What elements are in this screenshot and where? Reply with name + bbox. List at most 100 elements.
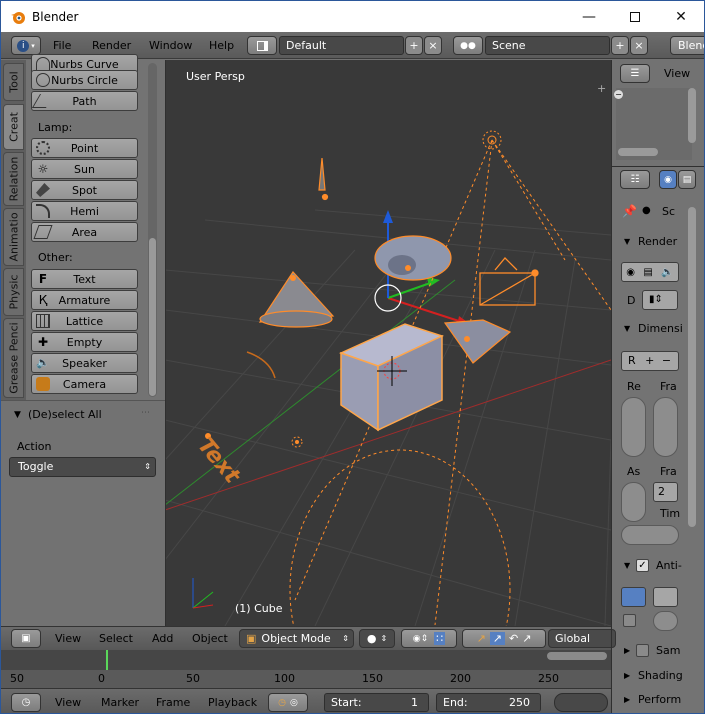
render-presets-dropdown[interactable]: R + −	[621, 351, 679, 371]
menu-render[interactable]: Render	[92, 39, 131, 52]
add-nurbs-circle-button[interactable]: Nurbs Circle	[31, 70, 138, 90]
add-text-button[interactable]: F Text	[31, 269, 138, 289]
toolshelf-scrollbar[interactable]	[149, 238, 156, 396]
add-speaker-button[interactable]: 🔈 Speaker	[31, 353, 138, 373]
tab-relations[interactable]: Relation	[3, 152, 24, 206]
tab-render-layers[interactable]: ▤	[678, 170, 696, 189]
panel-grip-icon[interactable]: ⋯	[141, 408, 150, 418]
filter-size-field[interactable]	[653, 611, 678, 631]
minimize-button[interactable]: —	[566, 1, 612, 32]
add-point-lamp-button[interactable]: Point	[31, 138, 138, 158]
properties-editor-type-button[interactable]: ☷	[620, 170, 650, 189]
button-label: Hemi	[70, 204, 99, 218]
menu-window[interactable]: Window	[149, 39, 192, 52]
tab-tool[interactable]: Tool	[3, 63, 24, 101]
outliner-hscrollbar[interactable]	[618, 148, 658, 156]
end-frame-field[interactable]: End: 250	[436, 693, 541, 712]
frame-rate-dropdown[interactable]: 2	[653, 482, 678, 502]
render-panel-header[interactable]: ▼ Render	[616, 232, 696, 254]
sampled-motion-blur-panel-header[interactable]: ▶ Sam	[616, 641, 696, 663]
close-button[interactable]: ✕	[658, 1, 704, 32]
menu-add[interactable]: Add	[152, 632, 173, 645]
collapse-triangle-icon[interactable]: ▼	[14, 410, 21, 420]
action-dropdown[interactable]: Toggle ⇕	[9, 457, 156, 477]
add-area-lamp-button[interactable]: Area	[31, 222, 138, 242]
tab-physics[interactable]: Physic	[3, 268, 24, 316]
performance-panel-header[interactable]: ▶ Perform	[616, 690, 696, 712]
time-remap-fields[interactable]	[621, 525, 679, 545]
display-dropdown[interactable]: ▮⇕	[642, 290, 678, 310]
aa-filter-dropdown[interactable]	[653, 587, 678, 607]
tab-create[interactable]: Creat	[3, 104, 24, 150]
updown-arrows-icon: ⇕	[342, 634, 349, 643]
viewport-corner-plus-icon[interactable]: +	[597, 82, 606, 95]
menu-object[interactable]: Object	[192, 632, 228, 645]
remove-preset-icon[interactable]: −	[662, 354, 671, 367]
menu-file[interactable]: File	[53, 39, 71, 52]
menu-frame[interactable]: Frame	[156, 696, 190, 709]
current-frame-indicator[interactable]	[106, 650, 108, 670]
transform-orientation-dropdown[interactable]: Global	[548, 629, 616, 648]
timeline-editor-type-button[interactable]: ◷	[11, 693, 41, 712]
add-path-button[interactable]: Path	[31, 91, 138, 111]
menu-marker[interactable]: Marker	[101, 696, 139, 709]
render-audio-icon[interactable]: 🔈	[661, 267, 673, 278]
tab-render-properties[interactable]: ◉	[659, 170, 677, 189]
scene-selector-button[interactable]: ●●	[453, 36, 483, 55]
resolution-fields[interactable]	[621, 397, 646, 457]
delete-layout-button[interactable]: ×	[424, 36, 442, 55]
frame-range-fields[interactable]	[653, 397, 678, 457]
screen-layout-button[interactable]	[247, 36, 277, 55]
add-spot-lamp-button[interactable]: Spot	[31, 180, 138, 200]
properties-scrollbar[interactable]	[688, 207, 696, 527]
transform-manipulator-buttons[interactable]: ↗ ↗ ↶ ↗	[462, 629, 546, 648]
tab-animation[interactable]: Animatio	[3, 208, 24, 266]
outliner-collapse-icon[interactable]: −	[614, 90, 623, 99]
add-camera-button[interactable]: Camera	[31, 374, 138, 394]
mode-dropdown[interactable]: ▣ Object Mode ⇕	[239, 629, 354, 648]
screen-layout-field[interactable]: Default	[279, 36, 404, 55]
add-preset-icon[interactable]: +	[645, 354, 654, 367]
render-animation-icon[interactable]: ▤	[643, 267, 652, 278]
dimensions-panel-header[interactable]: ▼ Dimensi	[616, 319, 696, 341]
scene-field[interactable]: Scene	[485, 36, 610, 55]
outliner-scrollbar[interactable]	[688, 88, 696, 143]
add-layout-button[interactable]: +	[405, 36, 423, 55]
timeline-scrollbar[interactable]	[547, 652, 607, 660]
motion-blur-checkbox[interactable]	[636, 644, 649, 657]
3d-viewport[interactable]: User Persp (1) Cube Text +	[165, 60, 611, 626]
pivot-and-snap-buttons[interactable]: ◉⇕ ∷	[401, 629, 457, 648]
start-frame-field[interactable]: Start: 1	[324, 693, 429, 712]
antialiasing-panel-header[interactable]: ▼ ✓ Anti-	[616, 556, 696, 578]
editor-type-info-button[interactable]: i ▾	[11, 36, 41, 55]
add-scene-button[interactable]: +	[611, 36, 629, 55]
tab-grease-pencil[interactable]: Grease Penci	[3, 318, 24, 398]
add-hemi-lamp-button[interactable]: Hemi	[31, 201, 138, 221]
render-engine-button[interactable]: Blend	[670, 36, 704, 55]
menu-help[interactable]: Help	[209, 39, 234, 52]
menu-view[interactable]: View	[55, 696, 81, 709]
timeline[interactable]: 50 0 50 100 150 200 250	[1, 650, 611, 688]
viewport-shading-dropdown[interactable]: ● ⇕	[359, 629, 395, 648]
current-frame-field[interactable]	[554, 693, 608, 712]
maximize-button[interactable]	[612, 1, 658, 32]
outliner-view-menu[interactable]: View	[664, 67, 690, 80]
add-lattice-button[interactable]: Lattice	[31, 311, 138, 331]
aa-samples-buttons[interactable]	[621, 587, 646, 607]
add-armature-button[interactable]: Қ Armature	[31, 290, 138, 310]
menu-view[interactable]: View	[55, 632, 81, 645]
full-sample-checkbox[interactable]	[623, 614, 636, 627]
outliner-editor-type-button[interactable]: ☰	[620, 64, 650, 83]
pin-icon[interactable]: 📌	[622, 204, 637, 218]
3d-view-editor-type-button[interactable]: ▣	[11, 629, 41, 648]
menu-playback[interactable]: Playback	[208, 696, 257, 709]
delete-scene-button[interactable]: ×	[630, 36, 648, 55]
menu-select[interactable]: Select	[99, 632, 133, 645]
add-sun-lamp-button[interactable]: ☼ Sun	[31, 159, 138, 179]
shading-panel-header[interactable]: ▶ Shading	[616, 666, 696, 688]
antialiasing-checkbox[interactable]: ✓	[636, 559, 649, 572]
add-empty-button[interactable]: ✚ Empty	[31, 332, 138, 352]
use-preview-range-button[interactable]: ◷ ◎	[268, 693, 308, 712]
render-still-icon[interactable]: ◉	[626, 267, 635, 278]
aspect-fields[interactable]	[621, 482, 646, 522]
